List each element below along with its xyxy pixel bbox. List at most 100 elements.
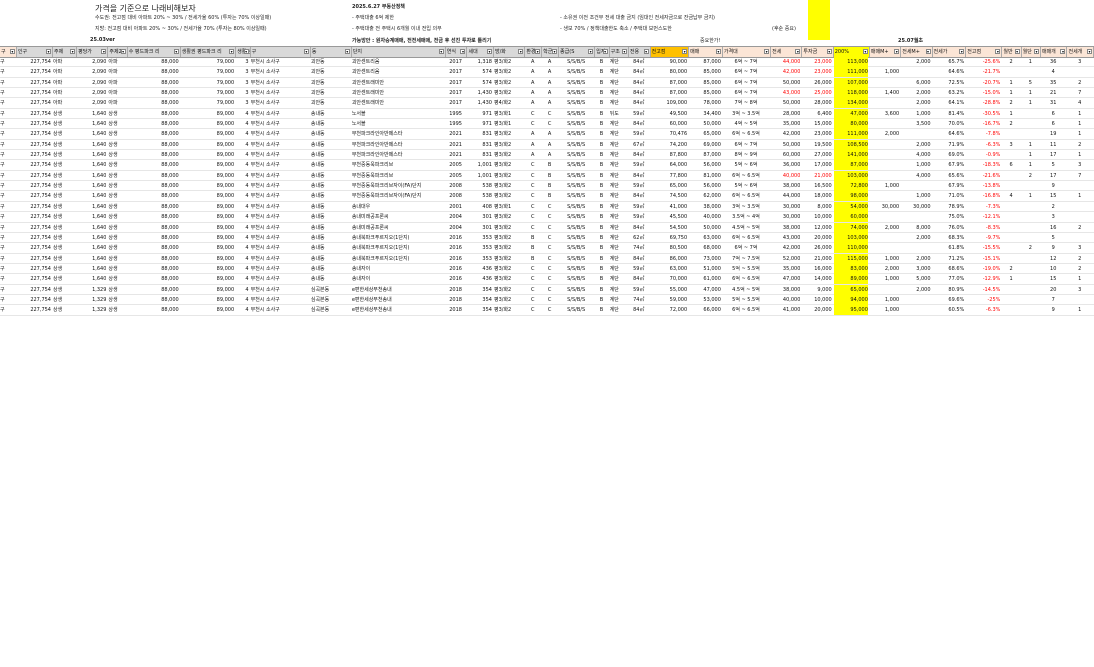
table-cell[interactable]: 평3/화1 [494,119,523,129]
table-cell[interactable]: S/S/B/S [559,285,593,295]
table-cell[interactable]: 227,754 [17,88,51,98]
table-cell[interactable]: B [595,171,607,181]
table-cell[interactable]: 47,000 [771,274,801,284]
table-row[interactable]: 구 227,754 아파 2,090 아파 88,000 79,000 3 부천시 소사구 괴안동… [0,57,1094,68]
table-cell[interactable]: 69.6% [933,295,964,305]
column-header[interactable]: 수 평드파크 리 ▾ [127,47,181,57]
table-cell[interactable]: 227,754 [17,150,51,160]
table-cell[interactable]: B [595,160,607,170]
table-cell[interactable]: 4 [236,160,248,170]
table-cell[interactable]: C [542,202,557,212]
table-cell[interactable]: 4 [236,305,248,315]
filter-dropdown-icon[interactable]: ▾ [46,49,51,54]
table-cell[interactable]: 59㎡ [629,181,649,191]
table-cell[interactable]: 아파 [108,88,125,98]
table-cell[interactable]: 103,000 [833,170,868,181]
column-header[interactable]: 인구 ▾ [16,47,53,57]
table-cell[interactable]: 3 [1002,140,1019,150]
table-cell[interactable]: 50,000 [771,78,801,88]
table-cell[interactable]: 구 [0,295,15,305]
table-cell[interactable]: 30,000 [870,202,900,212]
table-cell[interactable]: 3 [236,78,248,88]
table-cell[interactable]: 45,500 [651,212,688,222]
table-cell[interactable] [901,212,930,222]
table-cell[interactable]: 88,000 [128,140,179,150]
table-cell[interactable]: 상생 [53,212,75,222]
table-cell[interactable]: -20.7% [966,78,1001,88]
table-cell[interactable]: 84㎡ [629,67,649,77]
table-cell[interactable]: 상생 [53,119,75,129]
table-cell[interactable]: 구 [0,202,15,212]
table-cell[interactable]: 59㎡ [629,109,649,119]
table-cell[interactable]: 6억 ~ 6.5억 [723,274,769,284]
table-cell[interactable]: C [542,233,557,243]
table-cell[interactable]: 354 [467,305,492,315]
table-cell[interactable]: S/S/B/S [559,160,593,170]
filter-dropdown-icon[interactable]: ▾ [460,49,466,54]
table-cell[interactable]: 6 [1002,160,1019,170]
column-header[interactable]: 전세가 ▾ [932,47,967,57]
table-cell[interactable]: 2 [1002,98,1019,108]
table-cell[interactable]: 134,000 [833,98,868,109]
table-cell[interactable]: 노서블 [352,109,444,119]
table-cell[interactable] [1022,67,1039,77]
table-cell[interactable]: 상생 [53,305,75,315]
table-cell[interactable]: 2 [1022,171,1039,181]
table-cell[interactable]: 5억 ~ 5.5억 [723,295,769,305]
table-cell[interactable]: 3 [1067,57,1092,67]
table-cell[interactable]: 4 [236,150,248,160]
table-cell[interactable]: C [525,171,540,181]
table-cell[interactable]: 89,000 [181,150,235,160]
table-row[interactable]: 구 227,754 상생 1,640 상생 88,000 89,000 4 부천시 소사구 송내동… [0,232,1094,244]
table-cell[interactable]: B [595,233,607,243]
table-cell[interactable]: -28.8% [966,98,1001,108]
table-cell[interactable]: 1,430 [467,98,492,108]
table-cell[interactable]: 62㎡ [629,233,649,243]
table-cell[interactable]: 72,800 [833,181,868,192]
table-cell[interactable]: 계단 [610,254,627,264]
table-cell[interactable]: 계단 [610,243,627,253]
table-cell[interactable]: 574 [467,78,492,88]
table-cell[interactable]: 436 [467,274,492,284]
table-cell[interactable]: 부천시 소사구 [251,78,309,88]
table-cell[interactable]: 227,754 [17,274,51,284]
table-cell[interactable]: S/S/B/S [559,150,593,160]
table-cell[interactable]: 59㎡ [629,264,649,274]
table-cell[interactable]: 87,000 [651,78,688,88]
table-cell[interactable]: 71.2% [933,254,964,264]
table-cell[interactable]: 7 [1067,171,1092,181]
table-cell[interactable]: 5 [1041,233,1066,243]
table-cell[interactable]: 상생 [108,243,125,253]
table-cell[interactable] [1002,223,1019,233]
table-cell[interactable]: 38,000 [771,181,801,191]
column-header[interactable]: 매매개 ▾ [1040,47,1068,57]
table-cell[interactable]: 88,000 [128,264,179,274]
table-cell[interactable]: B [542,160,557,170]
table-cell[interactable]: B [542,191,557,201]
table-cell[interactable]: 42,000 [771,129,801,139]
filter-dropdown-icon[interactable]: ▾ [764,49,770,54]
table-cell[interactable]: -0.9% [966,150,1001,160]
table-cell[interactable]: A [542,129,557,139]
table-cell[interactable]: 송내동 [311,202,350,212]
table-cell[interactable]: 상생 [108,160,125,170]
table-cell[interactable]: C [542,254,557,264]
table-cell[interactable]: 계단 [610,140,627,150]
column-header[interactable]: 전용 ▾ [628,47,651,57]
table-cell[interactable]: 1,640 [77,181,106,191]
table-cell[interactable]: 78.9% [933,202,964,212]
table-cell[interactable]: 89,000 [181,295,235,305]
table-cell[interactable]: 26,000 [802,78,832,88]
table-cell[interactable]: 1,000 [901,191,930,201]
table-cell[interactable]: 심곡본동 [311,305,350,315]
table-cell[interactable]: 계단 [610,202,627,212]
table-cell[interactable]: 2,090 [77,88,106,98]
table-cell[interactable]: 송내미래공프론씨 [352,223,444,233]
filter-dropdown-icon[interactable]: ▾ [1060,49,1066,54]
table-cell[interactable]: 4 [236,254,248,264]
table-cell[interactable]: e편한세상부천송내 [352,305,444,315]
table-cell[interactable]: 1,640 [77,150,106,160]
table-cell[interactable]: 2 [1067,223,1092,233]
table-cell[interactable]: 계단 [610,171,627,181]
table-cell[interactable] [1002,171,1019,181]
